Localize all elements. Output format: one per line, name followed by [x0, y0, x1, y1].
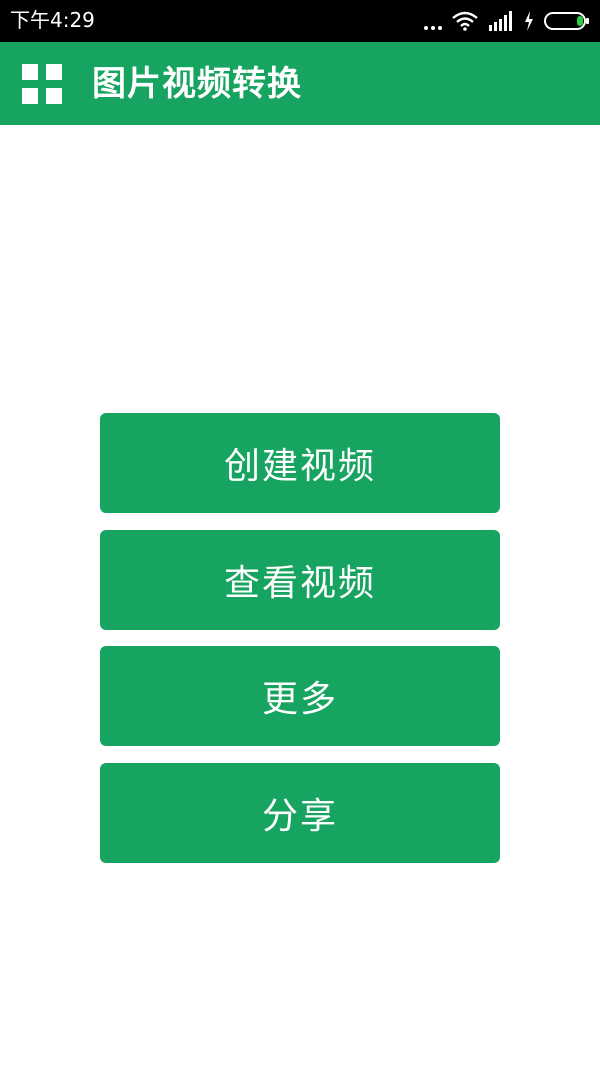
status-icons: [424, 9, 590, 33]
battery-icon: [544, 12, 589, 30]
more-dots-icon: [424, 12, 442, 30]
app-bar: 图片视频转换: [0, 42, 600, 125]
wifi-icon: [452, 11, 478, 31]
charging-icon: [525, 11, 533, 31]
more-button[interactable]: 更多: [100, 646, 500, 746]
view-video-button[interactable]: 查看视频: [100, 530, 500, 630]
signal-icon: [489, 11, 512, 31]
grid-menu-icon[interactable]: [22, 64, 62, 104]
share-button[interactable]: 分享: [100, 763, 500, 863]
create-video-button[interactable]: 创建视频: [100, 413, 500, 513]
app-title: 图片视频转换: [92, 64, 302, 104]
status-bar: 下午4:29: [0, 0, 600, 42]
status-time: 下午4:29: [10, 8, 95, 32]
